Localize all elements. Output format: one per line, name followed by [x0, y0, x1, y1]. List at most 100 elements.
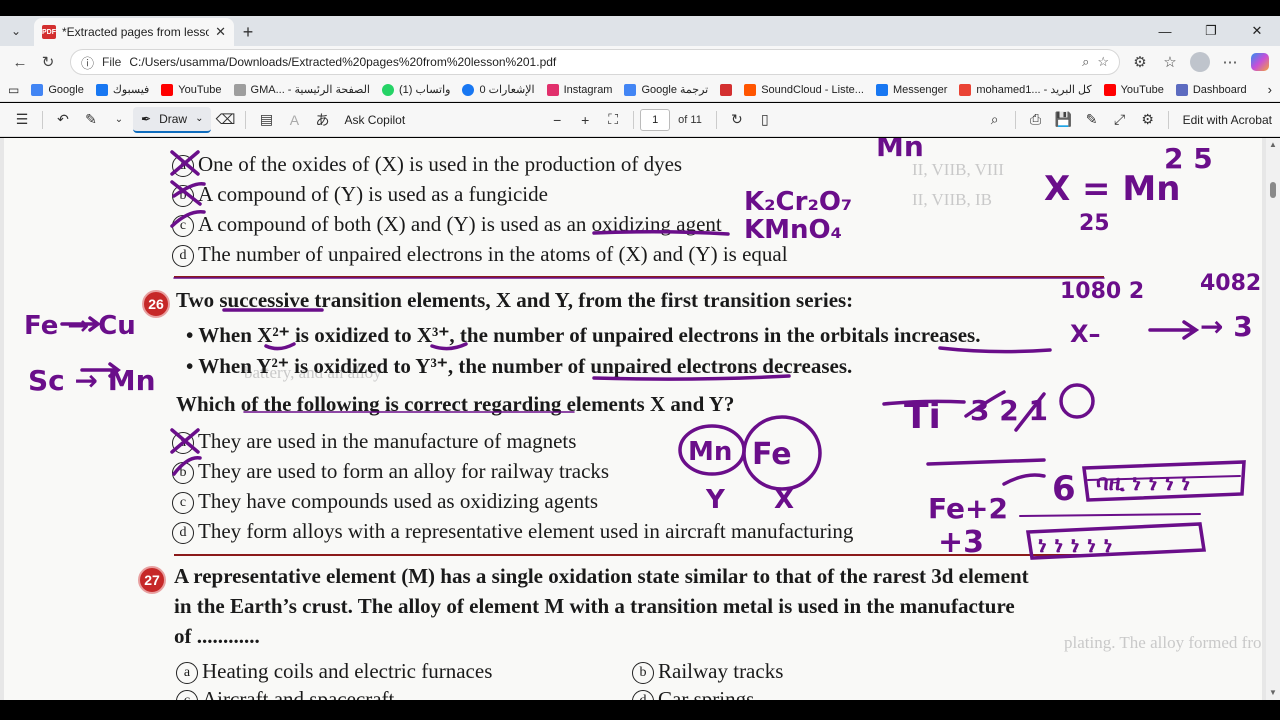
- circle-mark: [1059, 383, 1095, 419]
- info-icon: ⓘ: [81, 55, 95, 71]
- bookmark-facebook[interactable]: فيسبوك: [95, 83, 149, 96]
- divider: [715, 110, 717, 129]
- save-as-icon: ✎: [1085, 111, 1098, 127]
- bookmark-whatsapp[interactable]: (1) واتساب: [381, 83, 450, 96]
- scroll-thumb[interactable]: [1270, 182, 1276, 198]
- bookmark-youtube[interactable]: YouTube: [161, 83, 222, 96]
- vertical-scrollbar[interactable]: ▲ ▼: [1266, 138, 1280, 700]
- url-text[interactable]: C:/Users/usamma/Downloads/Extracted%20pa…: [129, 55, 1074, 69]
- ink-text: X–: [1070, 320, 1101, 348]
- reload-button[interactable]: ↻: [34, 48, 62, 76]
- page-view-button[interactable]: ▯: [751, 106, 779, 134]
- orbital-box: [1082, 460, 1246, 502]
- bookmark-dashboard[interactable]: Dashboard: [1175, 83, 1247, 96]
- q27-stem-line-2: in the Earth’s crust. The alloy of eleme…: [174, 594, 1015, 618]
- pdf-page[interactable]: II, VIIB, VIII II, VIIB, IB battery, and…: [4, 138, 1262, 700]
- gmail-icon: [959, 83, 972, 96]
- q27-option-d: d Car springs: [632, 687, 754, 700]
- text-button[interactable]: ▤: [252, 106, 280, 134]
- new-tab-button[interactable]: +: [234, 18, 262, 46]
- bookmark-gma[interactable]: GMA... - الصفحة الرئيسية: [233, 83, 370, 96]
- bookmark-soundcloud[interactable]: SoundCloud - Liste...: [744, 83, 864, 96]
- contents-button[interactable]: ☰: [8, 106, 36, 134]
- facebook-icon: [95, 83, 108, 96]
- maximize-icon[interactable]: ❐: [1188, 23, 1234, 39]
- translate-button[interactable]: あ: [308, 106, 336, 134]
- reading-mode-icon[interactable]: ▭: [8, 83, 19, 97]
- close-icon[interactable]: ✕: [215, 24, 226, 40]
- divider: [1167, 110, 1169, 129]
- ink-text: 25: [1079, 211, 1110, 236]
- option-letter: a: [176, 662, 198, 684]
- page-number-input[interactable]: 1: [640, 108, 671, 131]
- bookmark-google[interactable]: Google: [31, 83, 84, 96]
- zoom-icon[interactable]: ⌕: [1082, 54, 1089, 70]
- edit-with-acrobat-button[interactable]: Edit with Acrobat: [1183, 113, 1272, 127]
- favorites-icon: ☆: [1163, 54, 1177, 71]
- zoom-out-button[interactable]: −: [543, 106, 571, 134]
- ink-text: Y: [705, 485, 726, 515]
- option-letter: a: [172, 432, 194, 454]
- rotate-button[interactable]: ↻: [723, 106, 751, 134]
- scroll-up-icon[interactable]: ▲: [1269, 140, 1277, 149]
- bottom-black-bar: [0, 700, 1280, 720]
- read-aloud-button[interactable]: A: [280, 106, 308, 134]
- bookmark-messenger[interactable]: Messenger: [875, 83, 947, 96]
- browser-tab[interactable]: PDF *Extracted pages from lesson 1.pc ✕: [34, 18, 234, 46]
- bookmark-youtube-2[interactable]: YouTube: [1103, 83, 1164, 96]
- window-close-icon[interactable]: ✕: [1234, 23, 1280, 39]
- favorites-button[interactable]: ☆: [1156, 48, 1184, 76]
- search-button[interactable]: ⌕: [981, 106, 1009, 134]
- star-icon[interactable]: ☆: [1097, 54, 1109, 70]
- bookmark-notifications[interactable]: 0 الإشعارات: [462, 83, 535, 96]
- avatar[interactable]: [1190, 52, 1210, 72]
- ask-copilot-button[interactable]: Ask Copilot: [336, 113, 413, 127]
- fit-page-button[interactable]: ⛶: [599, 106, 627, 134]
- highlight-button[interactable]: ✎: [77, 106, 105, 134]
- question-divider: [174, 276, 1104, 278]
- tab-search-button[interactable]: ⌄: [0, 16, 32, 46]
- ink-text: Fe: [752, 437, 792, 472]
- instagram-icon: [546, 83, 559, 96]
- option-letter: d: [172, 245, 194, 267]
- circle-mark: [678, 424, 746, 476]
- print-icon: ⎙: [1030, 111, 1042, 127]
- bookmark-translate[interactable]: Google ترجمة: [624, 83, 708, 96]
- scroll-down-icon[interactable]: ▼: [1269, 688, 1277, 697]
- fullscreen-button[interactable]: ⤢: [1106, 106, 1134, 134]
- pdf-viewport[interactable]: II, VIIB, VIII II, VIIB, IB battery, and…: [0, 138, 1280, 700]
- bookmark-gmail[interactable]: mohamed1... - كل البريد: [959, 83, 1092, 96]
- erase-button[interactable]: ⌫: [211, 106, 239, 134]
- zoom-in-button[interactable]: +: [571, 106, 599, 134]
- arrow-mark: [80, 362, 121, 378]
- extensions-button[interactable]: ⚙: [1126, 48, 1154, 76]
- ellipsis-icon: ⋯: [1222, 54, 1238, 71]
- minimize-icon[interactable]: —: [1142, 24, 1188, 39]
- bookmark-pdf[interactable]: [720, 83, 733, 96]
- chevron-down-icon: ⌄: [114, 114, 124, 125]
- ink-text: 4082: [1200, 271, 1261, 296]
- facebook-icon: [462, 83, 475, 96]
- highlight-dropdown[interactable]: ⌄: [105, 106, 133, 134]
- messenger-icon: [875, 83, 888, 96]
- bookmark-instagram[interactable]: Instagram: [546, 83, 612, 96]
- chevron-down-icon: ⌄: [195, 113, 204, 124]
- draw-button[interactable]: ✒ Draw ⌄: [133, 106, 212, 133]
- save-button[interactable]: 💾: [1050, 106, 1078, 134]
- page-view-icon: ▯: [760, 111, 769, 127]
- chevron-right-icon[interactable]: ›: [1268, 82, 1272, 97]
- bookmark-label: GMA... - الصفحة الرئيسية: [250, 84, 370, 96]
- undo-button[interactable]: ↶: [49, 106, 77, 134]
- option-letter: a: [172, 155, 194, 177]
- copilot-icon[interactable]: [1251, 53, 1269, 71]
- settings-button[interactable]: ⚙: [1134, 106, 1162, 134]
- print-button[interactable]: ⎙: [1022, 106, 1050, 134]
- q27-stem-line-3: of ............: [174, 624, 260, 648]
- underline-mark: [938, 346, 1052, 354]
- address-bar[interactable]: ⓘ File C:/Users/usamma/Downloads/Extract…: [70, 49, 1120, 75]
- save-as-button[interactable]: ✎: [1078, 106, 1106, 134]
- q26-option-c: c They have compounds used as oxidizing a…: [172, 489, 598, 514]
- back-button[interactable]: ←: [6, 48, 34, 76]
- ink-text: Sc → Mn: [28, 364, 156, 397]
- more-button[interactable]: ⋯: [1216, 48, 1244, 76]
